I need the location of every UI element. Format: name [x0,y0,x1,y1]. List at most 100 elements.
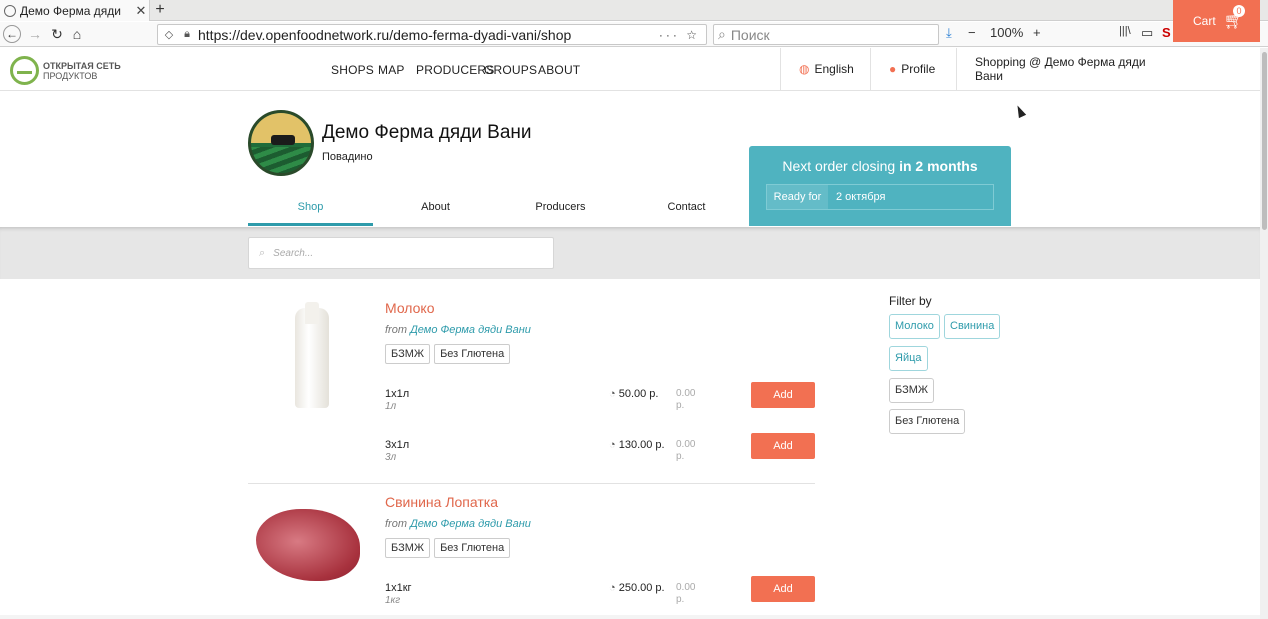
variant-unit: 1кг [385,595,401,606]
ready-for-value[interactable]: 2 октября [828,185,993,209]
library-icon[interactable]: |||\ [1119,25,1131,37]
producer-link[interactable]: Демо Ферма дяди Вани [410,518,531,530]
cow-icon [271,135,295,145]
variant-price: ◔ 50.00 р. [609,388,658,400]
browser-tab-bar: Демо Ферма дяди ✕ + [0,0,1268,21]
search-icon: ⌕ [259,246,266,259]
tab-shop[interactable]: Shop [248,196,373,226]
product-divider [248,483,815,484]
product-image-milk[interactable] [248,300,373,420]
new-tab-button[interactable]: + [152,0,168,21]
tag-gluten-free[interactable]: Без Глютена [434,344,511,364]
order-closing-time: in 2 months [899,158,978,174]
lock-icon[interactable]: 🔒︎ [180,28,194,41]
download-icon[interactable]: ⤓ [946,25,952,41]
shop-tabs: Shop About Producers Contact [248,196,748,226]
variant-unit: 3л [385,452,397,463]
meat-icon [256,509,360,581]
cart-button[interactable]: Cart 🛒︎ [1173,0,1260,42]
zoom-level[interactable]: 100% [990,25,1023,40]
tag-gluten-free[interactable]: Без Глютена [434,538,511,558]
milk-bottle-icon [295,302,329,408]
language-selector[interactable]: ◍ English [780,48,870,90]
nav-map[interactable]: MAP [378,63,405,77]
tag-bzmzh[interactable]: БЗМЖ [385,538,431,558]
add-button[interactable]: Add [751,576,815,602]
nav-groups[interactable]: GROUPS [484,63,537,77]
product-image-pork[interactable] [248,494,373,614]
url-text[interactable]: https://dev.openfoodnetwork.ru/demo-ferm… [198,27,659,43]
tag-bzmzh[interactable]: БЗМЖ [385,344,431,364]
producer-link[interactable]: Демо Ферма дяди Вани [410,324,531,336]
ready-for-label: Ready for [767,185,828,209]
shopping-at[interactable]: Shopping @ Демо Ферма дяди Вани [956,48,1173,90]
scrollbar-thumb[interactable] [1262,52,1267,230]
filter-tag-gluten-free[interactable]: Без Глютена [889,409,966,434]
filter-title: Filter by [889,294,932,308]
product-card: Свинина Лопатка from Демо Ферма дяди Ван… [248,494,815,614]
filter-tag-bzmzh[interactable]: БЗМЖ [889,378,935,403]
order-closing-prefix: Next order closing [782,158,896,174]
home-button[interactable]: ⌂ [68,25,86,43]
variant-row: 1x1кг 1кг ◔ 250.00 р. 0.00 р. Add [385,576,815,610]
product-search-input[interactable]: ⌕ Search... [248,237,554,269]
price-value: 250.00 р. [618,582,665,594]
variant-price: ◔ 130.00 р. [609,439,665,451]
extension-icon[interactable]: S [1162,25,1171,40]
site-logo[interactable]: ОТКРЫТАЯ СЕТЬ ПРОДУКТОВ [10,56,121,85]
reload-button[interactable]: ↻ [48,25,66,43]
back-button[interactable]: ← [3,25,21,43]
close-icon[interactable]: ✕ [133,3,149,19]
tab-about[interactable]: About [373,196,498,226]
tab-producers[interactable]: Producers [498,196,623,226]
sidebar-icon[interactable]: ▭ [1141,25,1153,41]
browser-search-input[interactable]: ⌕ Поиск [713,24,939,45]
zoom-in-button[interactable]: + [1033,25,1041,40]
url-bar[interactable]: ◇ 🔒︎ https://dev.openfoodnetwork.ru/demo… [157,24,707,45]
browser-tab[interactable]: Демо Ферма дяди ✕ [0,0,150,21]
product-from: from Демо Ферма дяди Вани [385,518,531,530]
variant-row: 1x1л 1л ◔ 50.00 р. 0.00 р. Add [385,382,815,416]
cart-count-badge: 0 [1233,5,1245,17]
filter-pork[interactable]: Свинина [944,314,1001,339]
clock-icon: ◔ [609,582,616,594]
logo-line1: ОТКРЫТАЯ СЕТЬ [43,60,121,71]
add-button[interactable]: Add [751,433,815,459]
logo-icon [10,56,39,85]
search-placeholder: Search... [273,247,314,259]
price-value: 50.00 р. [618,388,659,400]
shop-name: Демо Ферма дяди Вани [322,122,532,143]
filter-eggs[interactable]: Яйца [889,346,928,371]
variant-name: 1x1кг [385,582,412,594]
from-label: from [385,324,407,336]
search-band [0,227,1260,279]
globe-icon: ◍ [799,62,810,76]
forward-button[interactable]: → [26,25,44,43]
product-tags: БЗМЖ Без Глютена [385,538,511,558]
order-cycle-box: Next order closing in 2 months Ready for… [749,146,1011,226]
shield-icon[interactable]: ◇ [162,28,176,41]
nav-about[interactable]: ABOUT [538,63,580,77]
variant-row: 3x1л 3л ◔ 130.00 р. 0.00 р. Add [385,433,815,467]
nav-shops[interactable]: SHOPS [331,63,374,77]
cart-label: Cart [1193,14,1216,28]
profile-link[interactable]: ● Profile [870,48,956,90]
product-card: Молоко from Демо Ферма дяди Вани БЗМЖ Бе… [248,300,815,480]
zoom-out-button[interactable]: − [968,25,976,40]
nav-producers[interactable]: PRODUCERS [416,63,494,77]
ready-for-selector[interactable]: Ready for 2 октября [766,184,994,210]
price-value: 130.00 р. [618,439,665,451]
product-name[interactable]: Свинина Лопатка [385,494,498,510]
variant-total: 0.00 р. [676,582,696,605]
product-name[interactable]: Молоко [385,300,434,316]
tab-contact[interactable]: Contact [624,196,749,226]
page-actions-icon[interactable]: ··· ☆ [659,28,700,42]
language-label: English [814,62,854,76]
add-button[interactable]: Add [751,382,815,408]
site-header: ОТКРЫТАЯ СЕТЬ ПРОДУКТОВ SHOPS MAP PRODUC… [0,48,1260,91]
filter-milk[interactable]: Молоко [889,314,940,339]
tab-title: Демо Ферма дяди [20,3,121,18]
variant-name: 1x1л [385,388,410,400]
clock-icon: ◔ [609,439,616,451]
browser-navbar: ← → ↻ ⌂ ◇ 🔒︎ https://dev.openfoodnetwork… [0,22,1268,47]
